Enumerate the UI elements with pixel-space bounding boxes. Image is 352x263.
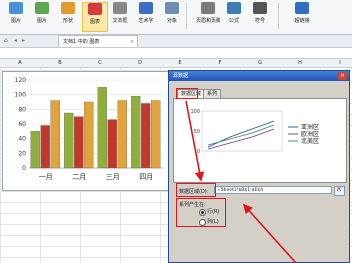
- annotation-arrows: [185, 100, 297, 263]
- arrow-2: [242, 203, 297, 263]
- arrow-1: [185, 100, 205, 182]
